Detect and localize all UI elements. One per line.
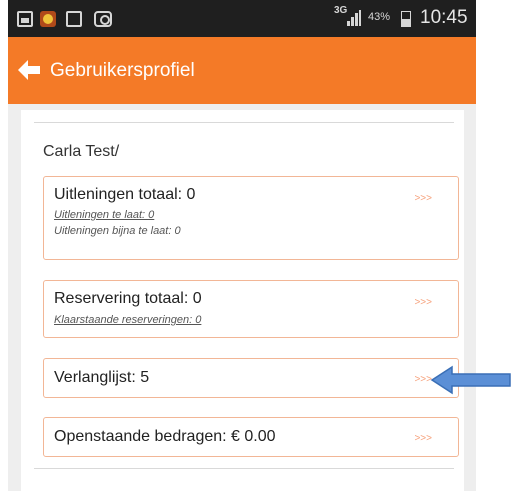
reservations-box[interactable]: Reservering totaal: 0 Klaarstaande reser…: [43, 280, 459, 338]
outstanding-amount: Openstaande bedragen: € 0.00: [54, 428, 276, 445]
page-title: Gebruikersprofiel: [50, 60, 195, 81]
battery-icon: [401, 11, 411, 27]
reservations-arrow[interactable]: >>>: [414, 297, 432, 308]
loans-total: Uitleningen totaal: 0: [54, 186, 196, 203]
battery-percent: 43%: [368, 11, 391, 23]
annotation-arrow-icon: [430, 365, 511, 395]
loans-almost-late: Uitleningen bijna te laat: 0: [54, 225, 181, 237]
app-notification-icon: [40, 11, 56, 27]
loans-arrow[interactable]: >>>: [414, 193, 432, 204]
arrow-left-icon[interactable]: [18, 60, 40, 80]
reservations-total: Reservering totaal: 0: [54, 290, 202, 307]
app-bar: Gebruikersprofiel: [8, 37, 476, 104]
loans-late-link[interactable]: Uitleningen te laat: 0: [54, 209, 154, 221]
outstanding-box[interactable]: Openstaande bedragen: € 0.00 >>>: [43, 417, 459, 457]
clock: 10:45: [420, 7, 468, 28]
divider: [34, 122, 454, 123]
wishlist-total: Verlanglijst: 5: [54, 369, 150, 386]
camera-icon: [94, 11, 112, 27]
profile-card: Carla Test/ Uitleningen totaal: 0 Uitlen…: [21, 110, 464, 491]
status-bar: 3G 43% 10:45: [8, 0, 476, 37]
loans-box[interactable]: Uitleningen totaal: 0 Uitleningen te laa…: [43, 176, 459, 260]
gallery-icon: [17, 11, 33, 27]
phone-screen: 3G 43% 10:45 Gebruikersprofiel Carla Tes…: [8, 0, 476, 491]
network-type: 3G: [334, 5, 348, 16]
divider: [34, 468, 454, 469]
outstanding-arrow[interactable]: >>>: [414, 433, 432, 444]
reservations-ready-link[interactable]: Klaarstaande reserveringen: 0: [54, 314, 201, 326]
signal-icon: [347, 10, 361, 26]
user-name: Carla Test/: [43, 143, 120, 160]
screenshot-icon: [66, 11, 82, 27]
wishlist-box[interactable]: Verlanglijst: 5 >>>: [43, 358, 459, 398]
